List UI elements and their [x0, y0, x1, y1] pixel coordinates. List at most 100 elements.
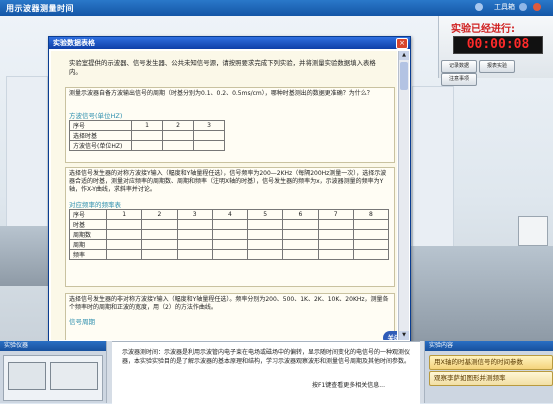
notes-button[interactable]: 注意事项: [441, 73, 477, 86]
row-label: 周期数: [69, 229, 107, 240]
vertical-scrollbar[interactable]: ▲ ▼: [398, 51, 409, 340]
lab-bench: [0, 226, 48, 286]
col-header: 5: [246, 209, 284, 220]
app-title-bar: 用示波器测量时间 工具箱: [0, 0, 553, 16]
table-cell[interactable]: [211, 219, 249, 230]
toolbox-icon[interactable]: [475, 3, 483, 11]
table-cell[interactable]: [162, 140, 194, 151]
question-2: 选择信号发生器的对称方波接Y输入（幅度和Y轴量程任选），信号频率为200—2KH…: [65, 167, 395, 287]
signal-generator-icon[interactable]: [50, 362, 98, 390]
table-cell[interactable]: [317, 229, 354, 240]
row-label: 时基: [69, 219, 107, 230]
content-header: 实验内容: [425, 341, 553, 351]
oscilloscope-icon[interactable]: [8, 362, 46, 390]
help-hint: 按F1键查看更多相关信息...: [312, 382, 385, 389]
table-cell[interactable]: [193, 140, 225, 151]
instrument-thumbnail[interactable]: [3, 355, 103, 401]
table-cell[interactable]: [211, 229, 249, 240]
row-label: 频率: [69, 249, 107, 260]
dialog-title: 实验数据表格: [49, 37, 410, 49]
table-cell[interactable]: [211, 239, 249, 250]
scroll-up-icon[interactable]: ▲: [399, 51, 409, 60]
question-1-text: 测量示波器自备方波输出信号的周期（时基分别为0.1、0.2、0.5ms/cm），…: [69, 90, 373, 97]
table-cell[interactable]: [105, 229, 143, 240]
question-2-text: 选择信号发生器的对称方波接Y输入（幅度和Y轴量程任选），信号频率为200—2KH…: [69, 170, 387, 193]
table-cell[interactable]: [176, 219, 213, 230]
scroll-down-icon[interactable]: ▼: [399, 331, 409, 340]
col-header: 8: [352, 209, 390, 220]
bottom-panel: 实验仪器 示波器测时间：示波器是利用示波管内电子束在电场或磁场中的偏转，显示随时…: [0, 341, 553, 404]
app-title: 用示波器测量时间: [6, 4, 74, 13]
question-1: 测量示波器自备方波输出信号的周期（时基分别为0.1、0.2、0.5ms/cm），…: [65, 87, 395, 163]
table-cell[interactable]: [317, 219, 354, 230]
table-cell[interactable]: [352, 219, 390, 230]
timer-clock: 00:00:08: [453, 36, 543, 54]
row-label: 周期: [69, 239, 107, 250]
close-app-icon[interactable]: [533, 3, 541, 11]
table-cell[interactable]: [282, 239, 319, 250]
table-cell[interactable]: [105, 239, 143, 250]
table-cell[interactable]: [176, 229, 213, 240]
experiment-content-panel: 实验内容 用X轴的时基测信号的时间参数 观察李萨如图形并测频率: [424, 341, 553, 403]
instrument-box[interactable]: [518, 216, 548, 246]
col-header: 4: [211, 209, 249, 220]
table-cell[interactable]: [282, 219, 319, 230]
table-cell[interactable]: [176, 249, 213, 260]
col-header: 2: [141, 209, 178, 220]
table-cell[interactable]: [131, 140, 163, 151]
table-cell[interactable]: [141, 249, 178, 260]
table-cell[interactable]: [246, 249, 284, 260]
table-cell[interactable]: [105, 249, 143, 260]
col-header: 1: [131, 120, 163, 131]
help-icon[interactable]: [519, 3, 527, 11]
timer-label: 实验已经进行:: [451, 24, 515, 35]
table-cell[interactable]: [282, 229, 319, 240]
table-cell[interactable]: [246, 229, 284, 240]
content-item[interactable]: 观察李萨如图形并测频率: [429, 371, 553, 386]
table-cell[interactable]: [105, 219, 143, 230]
description-panel: 示波器测时间：示波器是利用示波管内电子束在电场或磁场中的偏转，显示随时间变化的电…: [112, 341, 420, 404]
col-header: 1: [105, 209, 143, 220]
instrument-panel: 实验仪器: [0, 341, 107, 403]
question-3: 选择信号发生器的非对称方波接Y输入（幅度和Y轴量程任选）。频率分别为200、50…: [65, 293, 395, 340]
table-cell[interactable]: [352, 249, 390, 260]
col-header: 7: [317, 209, 354, 220]
table-cell[interactable]: [162, 130, 194, 141]
report-button[interactable]: 报表实验: [479, 60, 515, 73]
col-header: 3: [176, 209, 213, 220]
row-label: 方波信号(单位HZ): [69, 140, 132, 151]
table-square-wave: 序号 1 2 3 选择时基 方波信号(单位HZ): [69, 120, 225, 151]
table-cell[interactable]: [352, 239, 390, 250]
table-cell[interactable]: [193, 130, 225, 141]
data-table-dialog: 实验数据表格 × 实验室提供的示波器、信号发生器、公共未知信号源，请按照要求完成…: [48, 36, 411, 343]
record-data-button[interactable]: 记录数据: [441, 60, 477, 73]
scroll-thumb[interactable]: [400, 62, 408, 90]
table-cell[interactable]: [352, 229, 390, 240]
lab-bench: [410, 246, 553, 341]
table-cell[interactable]: [282, 249, 319, 260]
table-cell[interactable]: [131, 130, 163, 141]
table-cell[interactable]: [246, 219, 284, 230]
instrument-header: 实验仪器: [0, 341, 106, 351]
toolbox-button[interactable]: 工具箱: [494, 2, 515, 12]
content-item[interactable]: 用X轴的时基测信号的时间参数: [429, 355, 553, 370]
row-label: 选择时基: [69, 130, 132, 141]
table-cell[interactable]: [141, 229, 178, 240]
question-3-subtitle: 信号周期: [69, 318, 95, 326]
table-cell[interactable]: [176, 239, 213, 250]
close-icon[interactable]: ×: [396, 38, 408, 49]
row-label: 序号: [69, 120, 132, 131]
table-cell[interactable]: [317, 239, 354, 250]
col-header: 6: [282, 209, 319, 220]
question-2-subtitle: 对应频率的频率表: [69, 201, 121, 209]
row-label: 序号: [69, 209, 107, 220]
table-cell[interactable]: [246, 239, 284, 250]
dialog-content: 实验室提供的示波器、信号发生器、公共未知信号源，请按照要求完成下列实验，并将测量…: [51, 51, 397, 340]
table-cell[interactable]: [141, 239, 178, 250]
table-cell[interactable]: [317, 249, 354, 260]
close-button[interactable]: 关闭: [383, 331, 397, 340]
col-header: 3: [193, 120, 225, 131]
table-cell[interactable]: [211, 249, 249, 260]
col-header: 2: [162, 120, 194, 131]
table-cell[interactable]: [141, 219, 178, 230]
